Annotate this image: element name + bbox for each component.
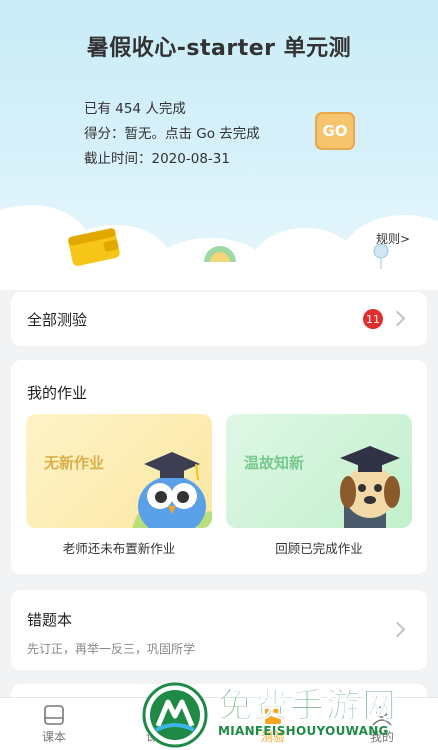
go-button[interactable]: GO — [315, 112, 355, 150]
mistake-book-subtitle: 先订正，再举一反三，巩固所学 — [27, 642, 196, 656]
umbrella-decoration — [204, 246, 236, 262]
new-tests-badge: 11 — [363, 309, 383, 329]
homework-card: 我的作业 无新作业 老师还未布置新作业 温故知新 回顾已完成作业 — [11, 360, 427, 574]
completed-count: 已有 454 人完成 — [84, 101, 186, 117]
tab-textbook[interactable]: 课本 — [24, 704, 84, 745]
all-tests-label: 全部测验 — [27, 311, 88, 329]
tile-caption: 老师还未布置新作业 — [62, 541, 176, 556]
deadline-text: 截止时间：2020-08-31 — [84, 151, 230, 167]
all-tests-row[interactable]: 全部测验 11 — [11, 292, 427, 346]
wallet-decoration — [68, 228, 120, 266]
mistake-book-title: 错题本 — [27, 611, 73, 629]
score-text: 得分：暂无。点击 Go 去完成 — [84, 126, 260, 142]
tab-label: 课本 — [41, 730, 66, 744]
review-homework-tile[interactable]: 温故知新 — [226, 414, 412, 528]
book-icon — [44, 705, 64, 725]
homework-title: 我的作业 — [27, 384, 88, 402]
tile-label: 温故知新 — [244, 454, 305, 472]
watermark-title: 免费手游网 — [218, 686, 398, 727]
chevron-right-icon — [389, 621, 406, 638]
rules-link[interactable]: 规则> — [376, 230, 410, 247]
chevron-right-icon — [389, 310, 406, 327]
watermark-url: MIANFEISHOUYOUWANG — [218, 724, 389, 738]
no-new-homework-tile[interactable]: 无新作业 — [26, 414, 212, 528]
test-title: 暑假收心-starter 单元测 — [86, 36, 352, 61]
mistake-book-row[interactable]: 错题本 先订正，再举一反三，巩固所学 — [11, 590, 427, 670]
watermark-logo-icon — [142, 682, 208, 748]
tile-caption: 回顾已完成作业 — [275, 541, 363, 556]
dog-graduate-icon — [340, 446, 400, 528]
owl-graduate-icon — [132, 452, 212, 528]
tile-label: 无新作业 — [44, 454, 105, 472]
site-watermark: 免费手游网 MIANFEISHOUYOUWANG — [138, 676, 438, 750]
